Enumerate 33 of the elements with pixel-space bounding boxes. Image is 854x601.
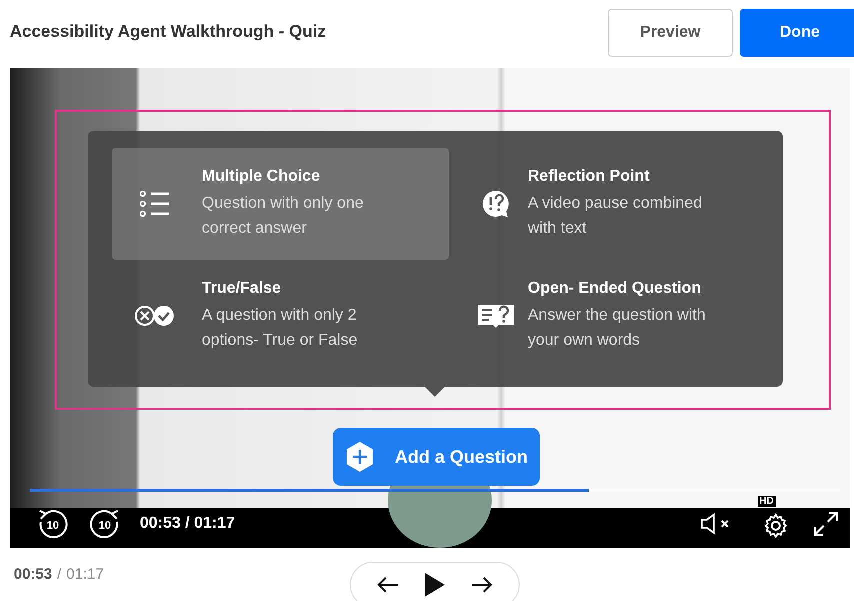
option-description: A question with only 2 options- True or False (202, 306, 359, 350)
option-title: True/False (202, 280, 282, 298)
rewind-button[interactable]: 10 (36, 507, 70, 541)
question-type-option[interactable]: True/False A question with only 2 options- True or False (112, 260, 449, 372)
forward-button[interactable]: 10 (88, 507, 122, 541)
hexagon-plus-icon (345, 441, 375, 473)
document-question-icon (477, 303, 515, 329)
add-question-button[interactable]: Add a Question (333, 428, 540, 486)
progress-track[interactable] (30, 489, 840, 492)
question-type-option[interactable]: Reflection Point A video pause combined with text (459, 148, 783, 260)
time-separator: / (57, 566, 62, 583)
arrow-left-icon[interactable] (377, 576, 400, 594)
list-icon (140, 191, 170, 217)
playback-time: 00:53 / 01:17 (140, 515, 236, 533)
option-title: Open- Ended Question (528, 280, 702, 298)
hd-label: HD (758, 496, 776, 507)
question-type-option[interactable]: Open- Ended Question Answer the question with your own words (459, 260, 783, 372)
current-time: 00:53 (14, 566, 52, 583)
fullscreen-icon[interactable] (812, 510, 840, 538)
play-icon[interactable] (424, 572, 446, 598)
option-title: Multiple Choice (202, 168, 322, 186)
arrow-right-icon[interactable] (470, 576, 493, 594)
quiz-title: Accessibility Agent Walkthrough - Quiz (10, 22, 326, 42)
preview-button[interactable]: Preview (608, 9, 733, 57)
option-title: Reflection Point (528, 168, 651, 186)
done-button[interactable]: Done (740, 9, 854, 57)
option-description: Question with only one correct answer (202, 194, 365, 238)
option-description: Answer the question with your own words (528, 306, 707, 350)
option-description: A video pause combined with text (528, 194, 704, 238)
cross-check-icon (134, 305, 176, 327)
speech-bubble-icon (481, 189, 511, 219)
total-time: 01:17 (66, 566, 104, 583)
question-type-option[interactable]: Multiple Choice Question with only one correct answer (112, 148, 449, 260)
